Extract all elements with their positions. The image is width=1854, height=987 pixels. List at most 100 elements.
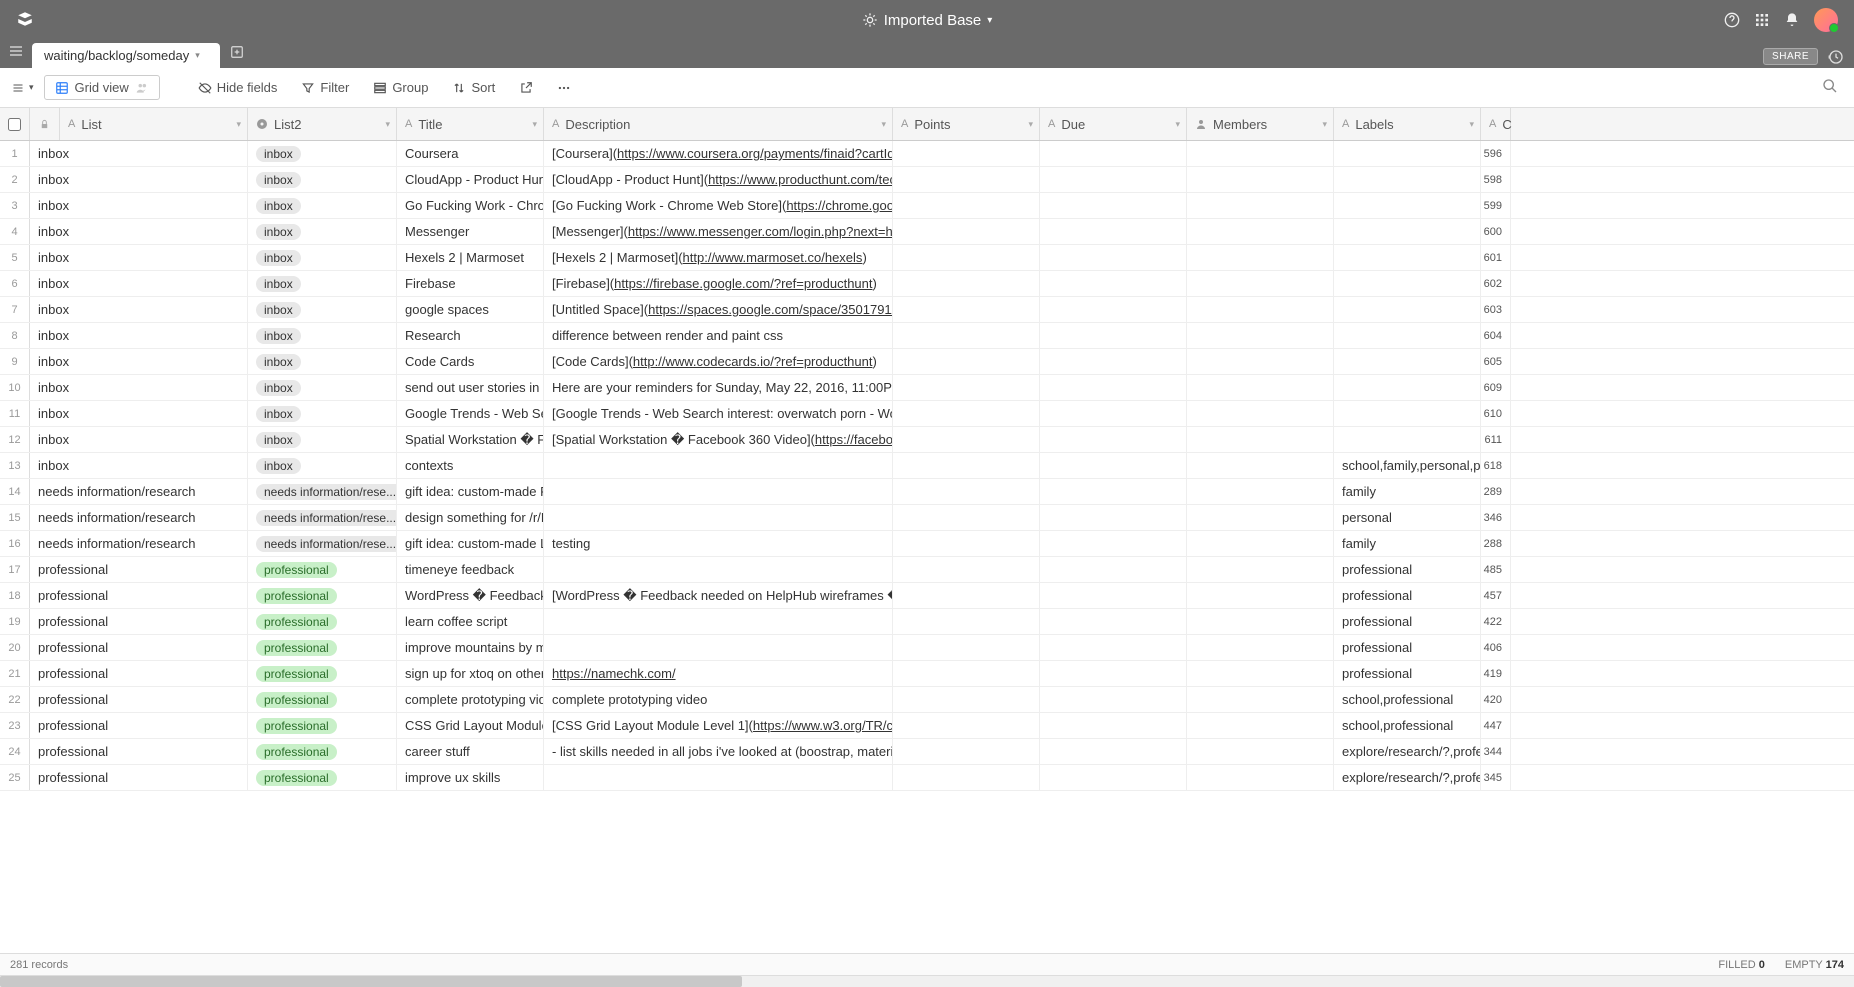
cell-card[interactable]: 603 — [1481, 297, 1511, 322]
cell-labels[interactable] — [1334, 427, 1481, 452]
cell-list[interactable]: professional — [30, 661, 248, 686]
table-row[interactable]: 23 professional professional CSS Grid La… — [0, 713, 1854, 739]
cell-due[interactable] — [1040, 531, 1187, 556]
cell-list2[interactable]: inbox — [248, 427, 397, 452]
cell-points[interactable] — [893, 323, 1040, 348]
cell-list2[interactable]: professional — [248, 713, 397, 738]
cell-list2[interactable]: professional — [248, 609, 397, 634]
cell-labels[interactable] — [1334, 193, 1481, 218]
cell-members[interactable] — [1187, 687, 1334, 712]
cell-title[interactable]: google spaces — [397, 297, 544, 322]
desc-link[interactable]: https://www.w3.org/TR/css3-grid-la... — [753, 718, 893, 733]
cell-labels[interactable]: family — [1334, 479, 1481, 504]
cell-title[interactable]: CSS Grid Layout Module Le... — [397, 713, 544, 738]
cell-labels[interactable]: professional — [1334, 661, 1481, 686]
sort-button[interactable]: Sort — [442, 75, 505, 100]
table-row[interactable]: 7 inbox inbox google spaces [Untitled Sp… — [0, 297, 1854, 323]
cell-title[interactable]: contexts — [397, 453, 544, 478]
table-row[interactable]: 20 professional professional improve mou… — [0, 635, 1854, 661]
cell-title[interactable]: career stuff — [397, 739, 544, 764]
cell-labels[interactable] — [1334, 401, 1481, 426]
cell-description[interactable]: difference between render and paint css — [544, 323, 893, 348]
cell-members[interactable] — [1187, 245, 1334, 270]
cell-list[interactable]: inbox — [30, 349, 248, 374]
cell-title[interactable]: Messenger — [397, 219, 544, 244]
cell-list2[interactable]: professional — [248, 739, 397, 764]
cell-list2[interactable]: professional — [248, 557, 397, 582]
cell-points[interactable] — [893, 765, 1040, 790]
cell-description[interactable]: [Messenger](https://www.messenger.com/lo… — [544, 219, 893, 244]
tab-caret-icon[interactable]: ▾ — [195, 50, 200, 61]
table-row[interactable]: 9 inbox inbox Code Cards [Code Cards](ht… — [0, 349, 1854, 375]
cell-list[interactable]: inbox — [30, 245, 248, 270]
cell-points[interactable] — [893, 401, 1040, 426]
cell-title[interactable]: Hexels 2 | Marmoset — [397, 245, 544, 270]
table-row[interactable]: 5 inbox inbox Hexels 2 | Marmoset [Hexel… — [0, 245, 1854, 271]
cell-card[interactable]: 457 — [1481, 583, 1511, 608]
cell-points[interactable] — [893, 193, 1040, 218]
cell-title[interactable]: CloudApp - Product Hunt — [397, 167, 544, 192]
cell-labels[interactable]: explore/research/?,professi... — [1334, 765, 1481, 790]
desc-link[interactable]: https://namechk.com/ — [552, 666, 676, 681]
cell-points[interactable] — [893, 427, 1040, 452]
cell-labels[interactable]: professional — [1334, 609, 1481, 634]
cell-list2[interactable]: inbox — [248, 141, 397, 166]
cell-list[interactable]: professional — [30, 635, 248, 660]
cell-list2[interactable]: inbox — [248, 271, 397, 296]
column-header-title[interactable]: ATitle▾ — [397, 108, 544, 140]
cell-list2[interactable]: professional — [248, 661, 397, 686]
cell-labels[interactable] — [1334, 141, 1481, 166]
table-row[interactable]: 4 inbox inbox Messenger [Messenger](http… — [0, 219, 1854, 245]
cell-members[interactable] — [1187, 661, 1334, 686]
cell-labels[interactable] — [1334, 245, 1481, 270]
cell-points[interactable] — [893, 297, 1040, 322]
cell-description[interactable]: [CSS Grid Layout Module Level 1](https:/… — [544, 713, 893, 738]
cell-description[interactable]: [Google Trends - Web Search interest: ov… — [544, 401, 893, 426]
apps-icon[interactable] — [1754, 12, 1770, 28]
cell-title[interactable]: Spatial Workstation � Face... — [397, 427, 544, 452]
table-row[interactable]: 2 inbox inbox CloudApp - Product Hunt [C… — [0, 167, 1854, 193]
cell-description[interactable]: testing — [544, 531, 893, 556]
cell-list2[interactable]: needs information/rese... — [248, 505, 397, 530]
cell-members[interactable] — [1187, 193, 1334, 218]
cell-card[interactable]: 422 — [1481, 609, 1511, 634]
cell-list2[interactable]: inbox — [248, 297, 397, 322]
cell-card[interactable]: 289 — [1481, 479, 1511, 504]
cell-due[interactable] — [1040, 713, 1187, 738]
cell-list2[interactable]: inbox — [248, 323, 397, 348]
cell-members[interactable] — [1187, 557, 1334, 582]
cell-card[interactable]: 420 — [1481, 687, 1511, 712]
cell-points[interactable] — [893, 661, 1040, 686]
table-row[interactable]: 19 professional professional learn coffe… — [0, 609, 1854, 635]
cell-card[interactable]: 406 — [1481, 635, 1511, 660]
cell-points[interactable] — [893, 219, 1040, 244]
desc-link[interactable]: http://www.marmoset.co/hexels — [683, 250, 863, 265]
cell-list2[interactable]: professional — [248, 635, 397, 660]
cell-labels[interactable] — [1334, 375, 1481, 400]
cell-due[interactable] — [1040, 635, 1187, 660]
cell-title[interactable]: Code Cards — [397, 349, 544, 374]
cell-members[interactable] — [1187, 375, 1334, 400]
cell-card[interactable]: 346 — [1481, 505, 1511, 530]
cell-list2[interactable]: inbox — [248, 245, 397, 270]
filter-button[interactable]: Filter — [291, 75, 359, 100]
table-row[interactable]: 21 professional professional sign up for… — [0, 661, 1854, 687]
table-row[interactable]: 10 inbox inbox send out user stories in … — [0, 375, 1854, 401]
cell-due[interactable] — [1040, 349, 1187, 374]
cell-list2[interactable]: professional — [248, 687, 397, 712]
cell-list2[interactable]: inbox — [248, 375, 397, 400]
cell-title[interactable]: gift idea: custom-made Fir... — [397, 479, 544, 504]
cell-description[interactable] — [544, 635, 893, 660]
desc-link[interactable]: https://www.messenger.com/login.php?next… — [628, 224, 893, 239]
table-row[interactable]: 25 professional professional improve ux … — [0, 765, 1854, 791]
cell-labels[interactable]: explore/research/?,professi... — [1334, 739, 1481, 764]
table-row[interactable]: 12 inbox inbox Spatial Workstation � Fac… — [0, 427, 1854, 453]
cell-title[interactable]: Google Trends - Web Searc... — [397, 401, 544, 426]
cell-card[interactable]: 447 — [1481, 713, 1511, 738]
column-header-due[interactable]: ADue▾ — [1040, 108, 1187, 140]
cell-members[interactable] — [1187, 219, 1334, 244]
cell-due[interactable] — [1040, 739, 1187, 764]
cell-list2[interactable]: professional — [248, 583, 397, 608]
cell-members[interactable] — [1187, 349, 1334, 374]
cell-members[interactable] — [1187, 479, 1334, 504]
